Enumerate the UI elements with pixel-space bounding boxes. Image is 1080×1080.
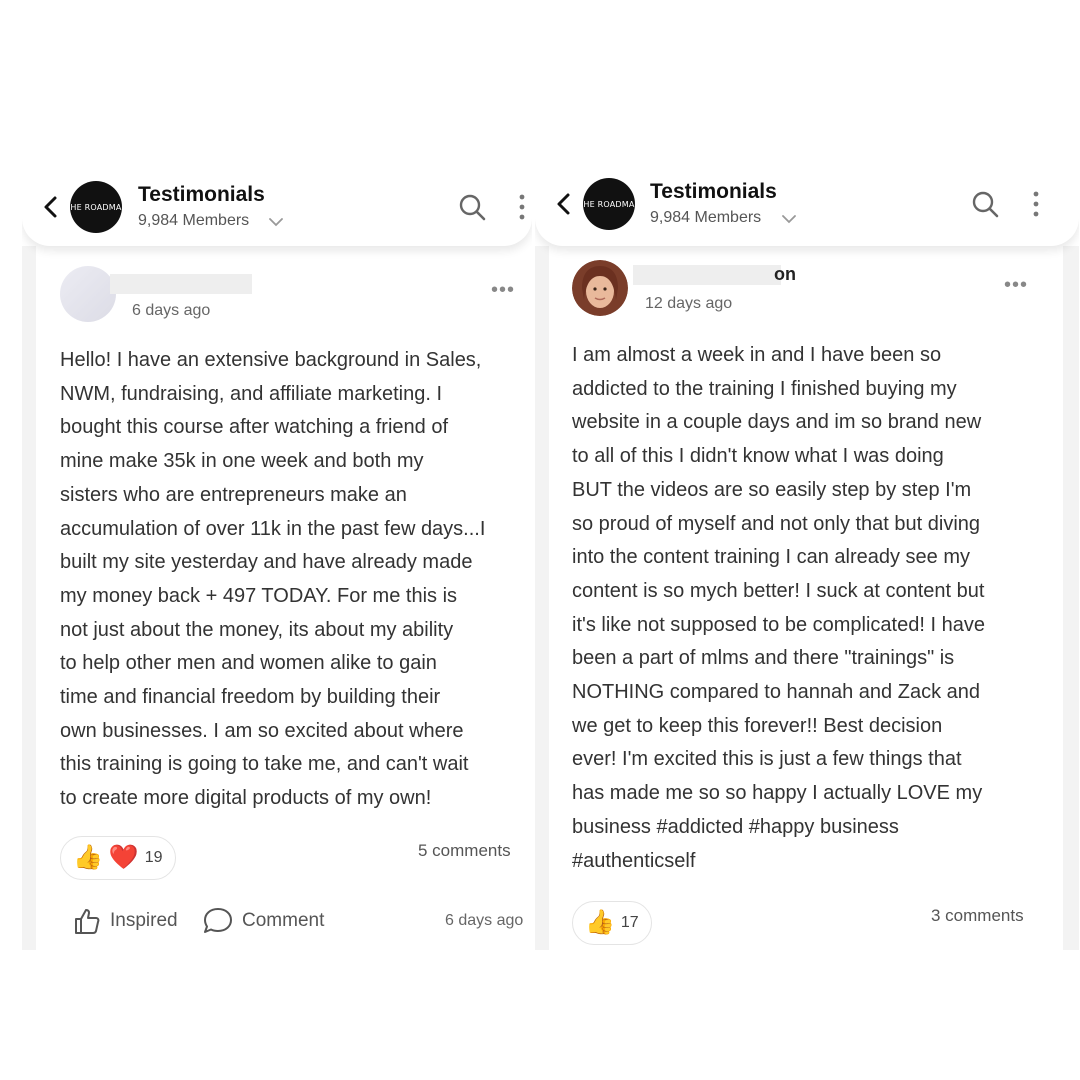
action-time: 6 days ago bbox=[445, 912, 524, 929]
right-screenshot: HE ROADMA Testimonials 9,984 Members on … bbox=[535, 172, 1079, 950]
chevron-down-icon[interactable] bbox=[782, 214, 796, 224]
reaction-pill[interactable]: 👍 ❤️ 19 bbox=[60, 836, 176, 880]
body-line: my money back + 497 TODAY. For me this i… bbox=[60, 584, 458, 607]
redacted-name bbox=[110, 274, 252, 294]
body-line: business #addicted #happy business bbox=[572, 815, 899, 838]
comment-label: Comment bbox=[242, 910, 325, 931]
comments-count[interactable]: 5 comments bbox=[418, 841, 511, 861]
group-logo[interactable]: HE ROADMA bbox=[583, 178, 635, 230]
body-line: Hello! I have an extensive background in… bbox=[60, 349, 482, 371]
body-line: bought this course after watching a frie… bbox=[60, 416, 449, 439]
group-header: HE ROADMA Testimonials 9,984 Members bbox=[535, 172, 1079, 246]
group-title: Testimonials bbox=[138, 183, 265, 206]
search-icon[interactable] bbox=[971, 190, 999, 218]
body-line: website in a couple days and im so brand… bbox=[572, 411, 982, 434]
avatar[interactable] bbox=[572, 260, 628, 316]
body-line: to help other men and women alike to gai… bbox=[60, 652, 437, 675]
left-screenshot: HE ROADMA Testimonials 9,984 Members 6 d… bbox=[22, 172, 532, 950]
heart-emoji: ❤️ bbox=[108, 844, 139, 871]
body-line: it's like not supposed to be complicated… bbox=[572, 613, 985, 636]
body-line: this training is going to take me, and c… bbox=[60, 753, 469, 776]
redacted-name bbox=[633, 265, 781, 285]
body-line: ever! I'm excited this is just a few thi… bbox=[572, 748, 962, 771]
body-line: I am almost a week in and I have been so bbox=[572, 344, 942, 366]
back-arrow-icon[interactable] bbox=[38, 194, 64, 220]
body-line: built my site yesterday and have already… bbox=[60, 551, 473, 574]
more-horizontal-icon[interactable]: ••• bbox=[491, 279, 515, 302]
inspired-label: Inspired bbox=[110, 910, 178, 931]
comments-count[interactable]: 3 comments bbox=[931, 906, 1024, 926]
body-line: #authenticself bbox=[572, 849, 696, 872]
body-line: has made me so so happy I actually LOVE … bbox=[572, 782, 983, 805]
comment-button[interactable]: Comment bbox=[202, 906, 324, 936]
body-line: been a part of mlms and there "trainings… bbox=[572, 647, 955, 670]
post-body: Hello! I have an extensive background in… bbox=[60, 344, 485, 816]
reaction-pill[interactable]: 👍 17 bbox=[572, 901, 652, 945]
thumbs-up-icon bbox=[75, 909, 100, 934]
avatar[interactable] bbox=[60, 266, 116, 322]
body-line: to create more digital products of my ow… bbox=[60, 787, 432, 810]
group-header: HE ROADMA Testimonials 9,984 Members bbox=[22, 172, 532, 246]
more-horizontal-icon[interactable]: ••• bbox=[1004, 274, 1028, 297]
body-line: NWM, fundraising, and affiliate marketin… bbox=[60, 382, 443, 405]
logo-text: HE ROADMA bbox=[70, 202, 122, 212]
member-count[interactable]: 9,984 Members bbox=[138, 212, 249, 230]
body-line: NOTHING compared to hannah and Zack and bbox=[572, 681, 980, 704]
thumbs-up-emoji: 👍 bbox=[73, 844, 103, 871]
card-edge bbox=[1063, 246, 1079, 950]
post-card: on 12 days ago ••• I am almost a week in… bbox=[549, 246, 1063, 950]
logo-text: HE ROADMA bbox=[583, 199, 635, 209]
member-count[interactable]: 9,984 Members bbox=[650, 209, 761, 227]
body-line: content is so mych better! I suck at con… bbox=[572, 579, 985, 602]
post-body: I am almost a week in and I have been so… bbox=[572, 339, 985, 878]
post-time: 12 days ago bbox=[645, 295, 733, 312]
card-edge bbox=[22, 246, 36, 950]
body-line: sisters who are entrepreneurs make an bbox=[60, 483, 407, 506]
more-vertical-icon[interactable] bbox=[519, 194, 525, 220]
body-line: we get to keep this forever!! Best decis… bbox=[572, 714, 943, 737]
comment-bubble-icon bbox=[204, 908, 232, 933]
body-line: not just about the money, its about my a… bbox=[60, 618, 454, 641]
post-time: 6 days ago bbox=[132, 302, 211, 319]
search-icon[interactable] bbox=[458, 193, 486, 221]
body-line: time and financial freedom by building t… bbox=[60, 686, 441, 709]
reaction-count: 19 bbox=[144, 849, 163, 866]
group-title: Testimonials bbox=[650, 180, 777, 203]
card-edge bbox=[535, 246, 549, 950]
group-logo[interactable]: HE ROADMA bbox=[70, 181, 122, 233]
thumbs-up-emoji: 👍 bbox=[585, 909, 615, 936]
body-line: own businesses. I am so excited about wh… bbox=[60, 719, 464, 742]
chevron-down-icon[interactable] bbox=[269, 217, 283, 227]
body-line: accumulation of over 11k in the past few… bbox=[60, 517, 486, 540]
body-line: mine make 35k in one week and both my bbox=[60, 450, 424, 473]
post-card: 6 days ago ••• Hello! I have an extensiv… bbox=[36, 246, 532, 950]
body-line: addicted to the training I finished buyi… bbox=[572, 377, 957, 400]
body-line: so proud of myself and not only that but… bbox=[572, 512, 981, 535]
back-arrow-icon[interactable] bbox=[551, 191, 577, 217]
inspired-button[interactable]: Inspired bbox=[72, 906, 178, 936]
body-line: BUT the videos are so easily step by ste… bbox=[572, 478, 972, 501]
more-vertical-icon[interactable] bbox=[1033, 191, 1039, 217]
reaction-count: 17 bbox=[620, 914, 639, 931]
body-line: into the content training I can already … bbox=[572, 546, 971, 569]
author-name[interactable]: on bbox=[774, 264, 796, 285]
body-line: to all of this I didn't know what I was … bbox=[572, 445, 944, 468]
